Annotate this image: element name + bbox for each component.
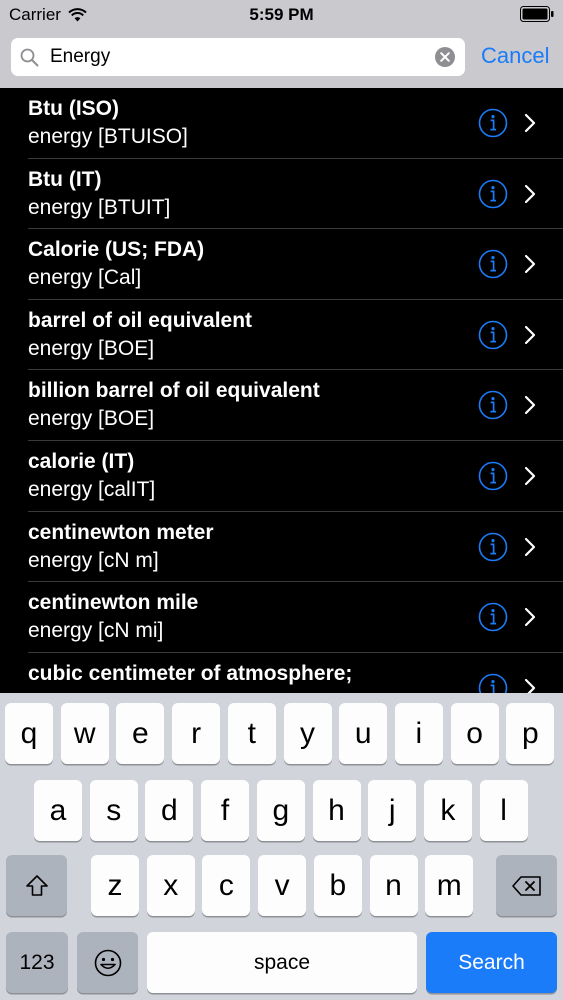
result-title: Btu (ISO) — [28, 97, 119, 120]
result-title: barrel of oil equivalent — [28, 308, 253, 332]
result-title: centinewton meter — [28, 520, 214, 544]
result-title: centinewton mile — [28, 591, 199, 615]
key-v[interactable]: v — [258, 855, 307, 916]
key-g[interactable]: g — [256, 780, 305, 841]
results-list: Btu (ISO) energy [BTUISO] Btu (IT) energy [… — [0, 88, 563, 693]
keyboard: q w e r t y u i o p a s d f g h j k l z x c v b n m 123 space Search — [0, 693, 563, 1000]
result-row[interactable]: calorie (IT) energy [calIT] — [0, 441, 563, 512]
result-row[interactable]: Btu (IT) energy [BTUIT] — [0, 159, 563, 230]
result-row[interactable]: centinewton meter energy [cN m] — [0, 512, 563, 583]
info-icon[interactable] — [478, 249, 508, 279]
chevron-right-icon — [524, 396, 536, 415]
result-title: calorie (IT) — [28, 449, 135, 473]
info-icon[interactable] — [478, 461, 508, 491]
search-field[interactable] — [11, 38, 465, 76]
result-subtitle: energy [BOE] — [28, 407, 155, 431]
cancel-button[interactable]: Cancel — [481, 43, 549, 69]
emoji-icon — [94, 949, 121, 976]
key-e[interactable]: e — [116, 703, 165, 764]
result-title: cubic centimeter of atmosphere; — [28, 661, 353, 685]
chevron-right-icon — [524, 608, 536, 627]
info-icon[interactable] — [478, 320, 508, 350]
result-subtitle: energy [cN m] — [28, 548, 159, 572]
result-row[interactable]: Btu (ISO) energy [BTUISO] — [0, 88, 563, 159]
key-n[interactable]: n — [369, 855, 418, 916]
key-z[interactable]: z — [91, 855, 139, 916]
result-row[interactable]: cubic centimeter of atmosphere; — [0, 653, 563, 693]
numbers-key[interactable]: 123 — [6, 932, 68, 993]
key-k[interactable]: k — [423, 780, 472, 841]
result-row[interactable]: centinewton mile energy [cN mi] — [0, 582, 563, 653]
info-icon[interactable] — [478, 602, 508, 632]
result-row[interactable]: barrel of oil equivalent energy [BOE] — [0, 300, 563, 371]
info-icon[interactable] — [478, 179, 508, 209]
chevron-right-icon — [524, 537, 536, 556]
search-icon — [20, 48, 39, 67]
info-icon[interactable] — [478, 673, 508, 693]
status-bar: Carrier 5:59 PM — [0, 0, 563, 30]
result-subtitle: energy [calIT] — [28, 477, 156, 501]
info-icon[interactable] — [478, 390, 508, 420]
chevron-right-icon — [524, 678, 536, 693]
result-subtitle: energy [BOE] — [28, 336, 155, 360]
key-b[interactable]: b — [313, 855, 362, 916]
key-x[interactable]: x — [146, 855, 195, 916]
clear-icon[interactable] — [435, 47, 455, 67]
result-subtitle: energy [BTUIT] — [28, 195, 171, 219]
key-i[interactable]: i — [394, 703, 443, 764]
chevron-right-icon — [524, 325, 536, 344]
key-j[interactable]: j — [368, 780, 417, 841]
delete-icon — [511, 875, 541, 896]
key-r[interactable]: r — [172, 703, 221, 764]
key-a[interactable]: a — [34, 780, 82, 841]
shift-key[interactable] — [6, 855, 67, 916]
result-subtitle: energy [Cal] — [28, 266, 142, 290]
delete-key[interactable] — [496, 855, 557, 916]
key-o[interactable]: o — [450, 703, 499, 764]
result-row[interactable]: billion barrel of oil equivalent energy [… — [0, 370, 563, 441]
result-title: Calorie (US; FDA) — [28, 238, 205, 262]
status-time: 5:59 PM — [249, 5, 314, 24]
key-s[interactable]: s — [89, 780, 138, 841]
search-input[interactable] — [50, 38, 430, 76]
battery-icon — [520, 6, 554, 22]
space-key[interactable]: space — [147, 932, 417, 993]
search-key[interactable]: Search — [426, 932, 557, 993]
result-title: billion barrel of oil equivalent — [28, 379, 320, 403]
info-icon[interactable] — [478, 532, 508, 562]
chevron-right-icon — [524, 255, 536, 274]
key-h[interactable]: h — [312, 780, 361, 841]
key-d[interactable]: d — [145, 780, 194, 841]
chevron-right-icon — [524, 184, 536, 203]
result-subtitle: energy [cN mi] — [28, 619, 164, 643]
chevron-right-icon — [524, 466, 536, 486]
key-l[interactable]: l — [479, 780, 528, 841]
key-w[interactable]: w — [60, 703, 109, 764]
info-icon[interactable] — [478, 108, 508, 138]
key-c[interactable]: c — [202, 855, 251, 916]
result-title: Btu (IT) — [28, 167, 102, 191]
key-m[interactable]: m — [425, 855, 474, 916]
key-p[interactable]: p — [506, 703, 555, 764]
key-t[interactable]: t — [227, 703, 276, 764]
emoji-key[interactable] — [77, 932, 138, 993]
key-u[interactable]: u — [339, 703, 388, 764]
key-q[interactable]: q — [5, 703, 53, 764]
search-header: Carrier 5:59 PM Cancel — [0, 0, 563, 88]
key-y[interactable]: y — [283, 703, 332, 764]
result-row[interactable]: Calorie (US; FDA) energy [Cal] — [0, 229, 563, 300]
chevron-right-icon — [524, 113, 536, 133]
result-subtitle: energy [BTUISO] — [28, 125, 188, 148]
shift-icon — [25, 874, 48, 896]
key-f[interactable]: f — [201, 780, 250, 841]
